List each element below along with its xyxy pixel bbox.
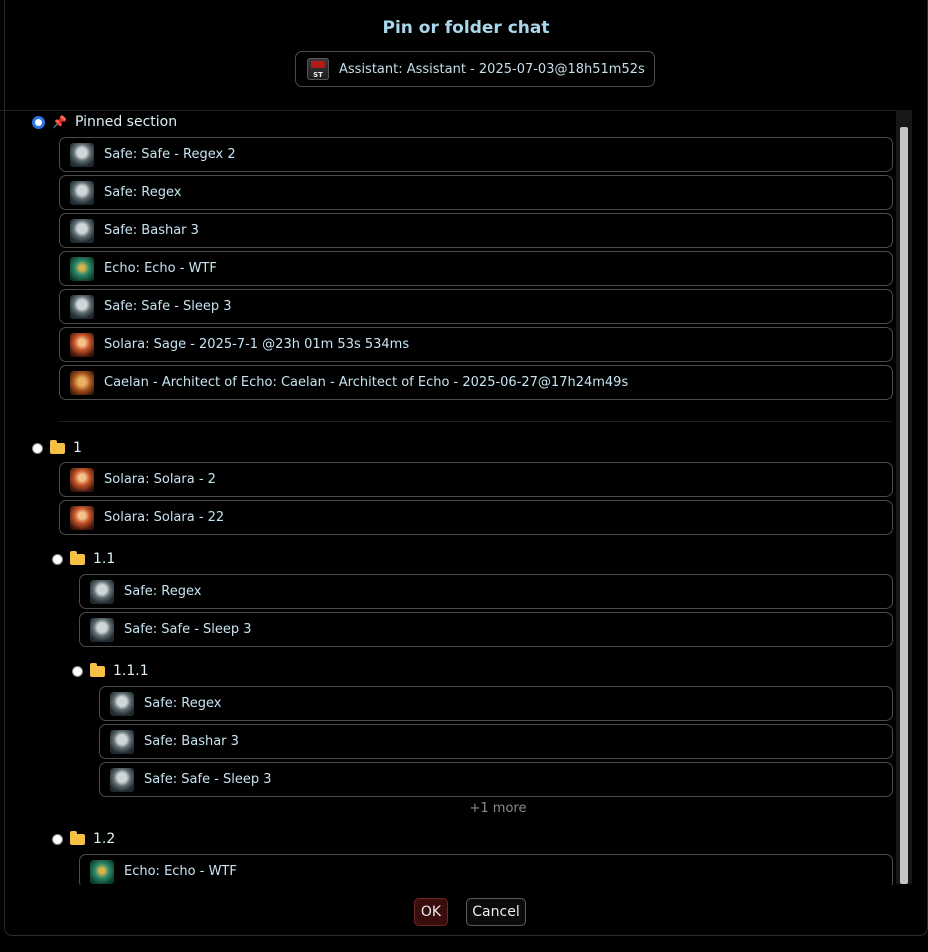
pinned-chat-item[interactable]: Safe: Bashar 3 xyxy=(59,213,893,248)
pinned-chat-item[interactable]: Safe: Safe - Sleep 3 xyxy=(59,289,893,324)
folder-chat-item[interactable]: Solara: Solara - 22 xyxy=(59,500,893,535)
pinned-chat-item[interactable]: Safe: Safe - Regex 2 xyxy=(59,137,893,172)
folder-radio[interactable] xyxy=(52,833,63,845)
folder-chat-item[interactable]: Safe: Regex xyxy=(99,686,893,721)
pinned-chat-item[interactable]: Caelan - Architect of Echo: Caelan - Arc… xyxy=(59,365,893,400)
pushpin-icon: 📌 xyxy=(52,115,67,129)
chat-item-label: Safe: Regex xyxy=(124,584,202,599)
character-avatar-icon xyxy=(70,505,94,530)
character-avatar-icon xyxy=(70,370,94,395)
folder-label: 1.2 xyxy=(93,831,116,847)
character-avatar-icon xyxy=(110,767,134,792)
character-avatar-icon xyxy=(70,256,94,281)
folder-option-1-1[interactable]: 1.1 xyxy=(52,548,115,570)
chat-item-label: Safe: Regex xyxy=(104,185,182,200)
pinned-chat-item[interactable]: Echo: Echo - WTF xyxy=(59,251,893,286)
more-items-label[interactable]: +1 more xyxy=(0,801,912,816)
chat-item-label: Echo: Echo - WTF xyxy=(124,864,237,879)
folder-icon xyxy=(50,439,65,454)
scrollbar[interactable] xyxy=(896,110,912,884)
chat-item-label: Safe: Safe - Sleep 3 xyxy=(124,622,252,637)
chat-item-label: Solara: Sage - 2025-7-1 @23h 01m 53s 534… xyxy=(104,337,410,352)
character-avatar-icon xyxy=(90,859,114,884)
character-avatar-icon xyxy=(70,332,94,357)
cancel-button[interactable]: Cancel xyxy=(466,898,526,926)
character-avatar-icon xyxy=(70,294,94,319)
chat-item-label: Echo: Echo - WTF xyxy=(104,261,217,276)
character-avatar-icon xyxy=(70,142,94,167)
folder-icon xyxy=(70,830,85,845)
chat-item-label: Safe: Bashar 3 xyxy=(104,223,199,238)
character-avatar-icon xyxy=(90,579,114,604)
folder-icon xyxy=(70,550,85,565)
folder-chat-item[interactable]: Echo: Echo - WTF xyxy=(79,854,893,885)
folder-chat-item[interactable]: Safe: Bashar 3 xyxy=(99,724,893,759)
folder-chat-item[interactable]: Safe: Safe - Sleep 3 xyxy=(79,612,893,647)
chat-item-label: Safe: Safe - Sleep 3 xyxy=(104,299,232,314)
current-chat-chip: ST Assistant: Assistant - 2025-07-03@18h… xyxy=(295,51,655,87)
chat-item-label: Caelan - Architect of Echo: Caelan - Arc… xyxy=(104,375,629,390)
sillytavern-logo-icon: ST xyxy=(307,58,329,80)
ok-button[interactable]: OK xyxy=(414,898,448,926)
current-chat-label: Assistant: Assistant - 2025-07-03@18h51m… xyxy=(339,61,645,77)
folder-option-1-1-1[interactable]: 1.1.1 xyxy=(72,660,149,682)
folder-label: 1 xyxy=(73,440,82,456)
folder-chat-item[interactable]: Solara: Solara - 2 xyxy=(59,462,893,497)
folder-chat-item[interactable]: Safe: Safe - Sleep 3 xyxy=(99,762,893,797)
chat-item-label: Solara: Solara - 22 xyxy=(104,510,225,525)
character-avatar-icon xyxy=(90,617,114,642)
folder-chat-item[interactable]: Safe: Regex xyxy=(79,574,893,609)
chat-item-label: Safe: Safe - Sleep 3 xyxy=(144,772,272,787)
section-divider xyxy=(58,421,892,422)
chat-item-label: Solara: Solara - 2 xyxy=(104,472,216,487)
character-avatar-icon xyxy=(110,691,134,716)
folder-tree-scroll-area[interactable]: 📌 Pinned section Safe: Safe - Regex 2 Sa… xyxy=(0,110,912,885)
character-avatar-icon xyxy=(70,180,94,205)
dialog-title: Pin or folder chat xyxy=(382,18,550,38)
chat-item-label: Safe: Safe - Regex 2 xyxy=(104,147,236,162)
folder-option-1[interactable]: 1 xyxy=(32,437,82,459)
folder-radio[interactable] xyxy=(72,665,83,677)
folder-option-1-2[interactable]: 1.2 xyxy=(52,828,115,850)
folder-radio[interactable] xyxy=(32,442,43,454)
pinned-section-option[interactable]: 📌 Pinned section xyxy=(32,111,177,133)
pinned-radio[interactable] xyxy=(32,115,45,129)
character-avatar-icon xyxy=(70,218,94,243)
character-avatar-icon xyxy=(70,467,94,492)
pinned-section-label: Pinned section xyxy=(74,114,178,130)
pinned-chat-item[interactable]: Solara: Sage - 2025-7-1 @23h 01m 53s 534… xyxy=(59,327,893,362)
scrollbar-thumb[interactable] xyxy=(900,127,908,884)
folder-label: 1.1.1 xyxy=(113,663,149,679)
character-avatar-icon xyxy=(110,729,134,754)
folder-label: 1.1 xyxy=(93,551,116,567)
chat-item-label: Safe: Bashar 3 xyxy=(144,734,239,749)
folder-radio[interactable] xyxy=(52,553,63,565)
chat-item-label: Safe: Regex xyxy=(144,696,222,711)
pinned-chat-item[interactable]: Safe: Regex xyxy=(59,175,893,210)
folder-icon xyxy=(90,662,105,677)
